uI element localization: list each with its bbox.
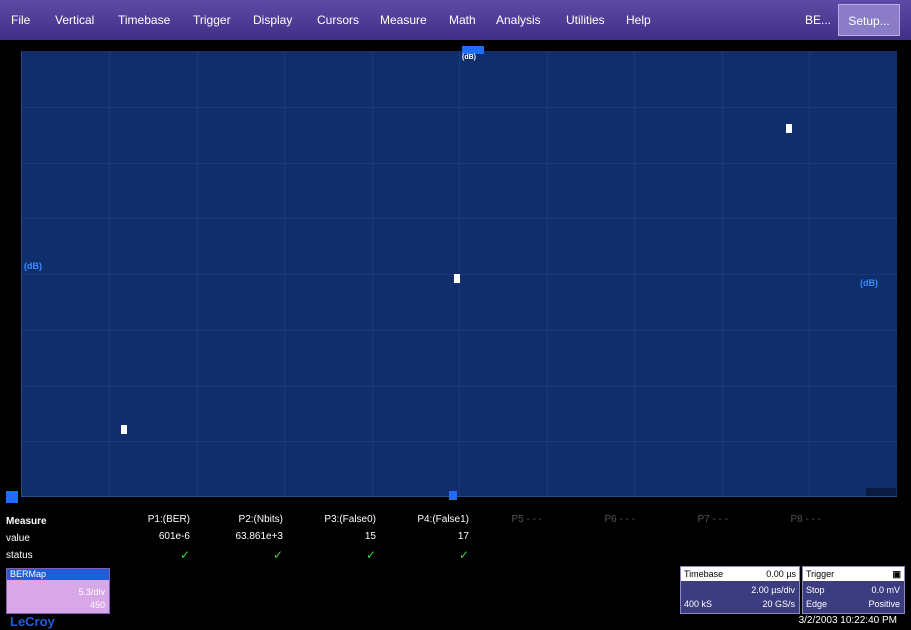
trigger-type: Edge [806,599,828,609]
menu-trigger[interactable]: Trigger [193,0,231,40]
menu-measure[interactable]: Measure [380,0,427,40]
param-p2-value: 63.861e+3 [235,531,283,542]
param-p1[interactable]: P1:(BER) [110,514,190,525]
menu-math[interactable]: Math [449,0,476,40]
grid-line [22,107,897,108]
param-p2[interactable]: P2:(Nbits) [203,514,283,525]
param-p3-status: ✓ [365,548,376,562]
scope-grid[interactable] [21,51,897,497]
measure-title: Measure [6,516,47,527]
map-point [786,124,792,133]
channel-scale: 5.3/div [78,587,105,597]
measure-table: Measure value status P1:(BER) 601e-6 ✓ P… [0,514,911,566]
channel-descriptor[interactable]: BERMap 5.3/div 450 [6,568,110,614]
param-p1-status: ✓ [179,548,190,562]
param-p4-value: 17 [457,531,469,542]
menu-vertical[interactable]: Vertical [55,0,94,40]
overflow-indicator [866,488,896,496]
param-p8[interactable]: P8 - - - [741,514,821,525]
channel-title: BERMap [7,569,109,580]
map-point [454,274,460,283]
trigger-mode: Stop [806,585,825,595]
timebase-title: Timebase 0.00 µs [681,567,799,581]
menu-bar: File Vertical Timebase Trigger Display C… [0,0,911,40]
menu-analysis[interactable]: Analysis [496,0,541,40]
grid-line [22,386,897,387]
menu-display[interactable]: Display [253,0,292,40]
param-p7[interactable]: P7 - - - [648,514,728,525]
trigger-title: Trigger ▣ [803,567,904,581]
timebase-title-label: Timebase [684,569,724,579]
datetime: 3/2/2003 10:22:40 PM [798,615,897,626]
param-p4[interactable]: P4:(False1) [389,514,469,525]
grid-line [22,218,897,219]
param-p5[interactable]: P5 - - - [462,514,542,525]
grid-line [22,163,897,164]
trigger-position-marker[interactable] [449,491,457,500]
param-p3[interactable]: P3:(False0) [296,514,376,525]
channel-count: 450 [89,600,105,610]
timebase-offset: 0.00 µs [766,569,796,579]
timebase-box[interactable]: Timebase 0.00 µs 2.00 µs/div 400 kS 20 GS… [680,566,800,614]
brand-logo: LeCroy [10,614,55,629]
row-value-label: value [6,533,30,544]
trigger-title-label: Trigger [806,569,835,579]
param-p4-status: ✓ [458,548,469,562]
grid-line [22,330,897,331]
top-marker-label: (dB) [462,54,476,61]
top-marker[interactable]: (dB) [462,46,484,61]
trigger-box[interactable]: Trigger ▣ Stop 0.0 mV Edge Positive [802,566,905,614]
timebase-div: 2.00 µs/div [751,585,795,595]
menu-file[interactable]: File [11,0,30,40]
param-p1-value: 601e-6 [158,531,190,542]
menu-utilities[interactable]: Utilities [566,0,605,40]
menu-timebase[interactable]: Timebase [118,0,170,40]
param-p2-status: ✓ [272,548,283,562]
timebase-samples: 400 kS [684,599,713,609]
setup-button[interactable]: Setup... [838,4,900,36]
row-status-label: status [6,550,33,561]
trigger-level: 0.0 mV [871,585,900,595]
right-marker-label: (dB) [860,278,878,288]
timebase-rate: 20 GS/s [762,599,795,609]
trigger-icon: ▣ [892,569,901,579]
param-p3-value: 15 [364,531,376,542]
menu-be[interactable]: BE... [805,0,831,40]
map-point [121,425,127,434]
param-p6[interactable]: P6 - - - [555,514,635,525]
menu-help[interactable]: Help [626,0,651,40]
ground-marker[interactable] [6,491,18,503]
trigger-slope: Positive [868,599,900,609]
menu-cursors[interactable]: Cursors [317,0,359,40]
grid-line [22,441,897,442]
left-marker-label: (dB) [24,261,42,271]
